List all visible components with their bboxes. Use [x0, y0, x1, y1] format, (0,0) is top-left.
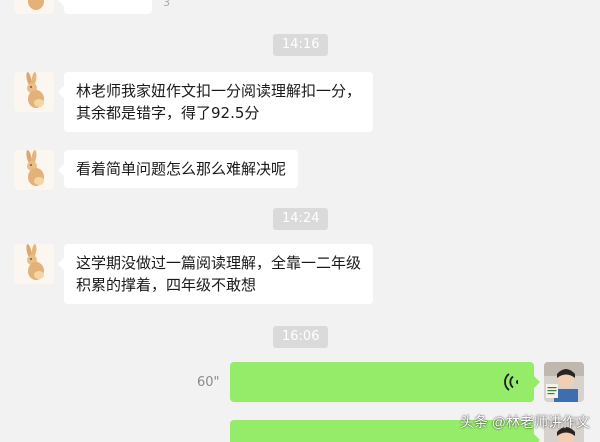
rabbit-avatar-icon: [14, 244, 54, 284]
message-text-line: 这学期没做过一篇阅读理解，全靠一二年级: [76, 254, 362, 272]
rabbit-avatar-icon: [14, 72, 54, 112]
sender-avatar[interactable]: [14, 72, 54, 112]
partial-message-bubble[interactable]: [58, 0, 152, 14]
watermark: 头条 @林老师讲作文: [459, 414, 590, 430]
sender-avatar-partial[interactable]: [14, 0, 54, 14]
voice-message-bubble[interactable]: [230, 362, 540, 402]
message-bubble[interactable]: 这学期没做过一篇阅读理解，全靠一二年级 积累的撑着，四年级不敢想: [57, 244, 374, 304]
message-text-line: 积累的撑着，四年级不敢想: [76, 276, 257, 294]
message-text-line: 其余都是错字，得了92.5分: [76, 104, 260, 122]
rabbit-avatar-icon: [14, 150, 54, 190]
read-count: 3: [163, 0, 170, 9]
message-bubble[interactable]: 林老师我家妞作文扣一分阅读理解扣一分， 其余都是错字，得了92.5分: [57, 72, 374, 132]
timestamp: 14:16: [273, 34, 329, 56]
message-text-line: 林老师我家妞作文扣一分阅读理解扣一分，: [76, 82, 362, 100]
sender-avatar[interactable]: [14, 244, 54, 284]
my-avatar[interactable]: [544, 362, 584, 402]
sender-avatar[interactable]: [14, 150, 54, 190]
timestamp: 14:24: [273, 208, 329, 230]
voice-duration: 60": [197, 375, 220, 390]
voice-wave-icon: [504, 373, 518, 391]
message-bubble[interactable]: 看着简单问题怎么那么难解决呢: [57, 150, 299, 188]
message-text-line: 看着简单问题怎么那么难解决呢: [76, 160, 287, 178]
timestamp: 16:06: [273, 326, 329, 348]
portrait-avatar-icon: [544, 362, 584, 402]
rabbit-avatar-icon: [14, 0, 54, 14]
